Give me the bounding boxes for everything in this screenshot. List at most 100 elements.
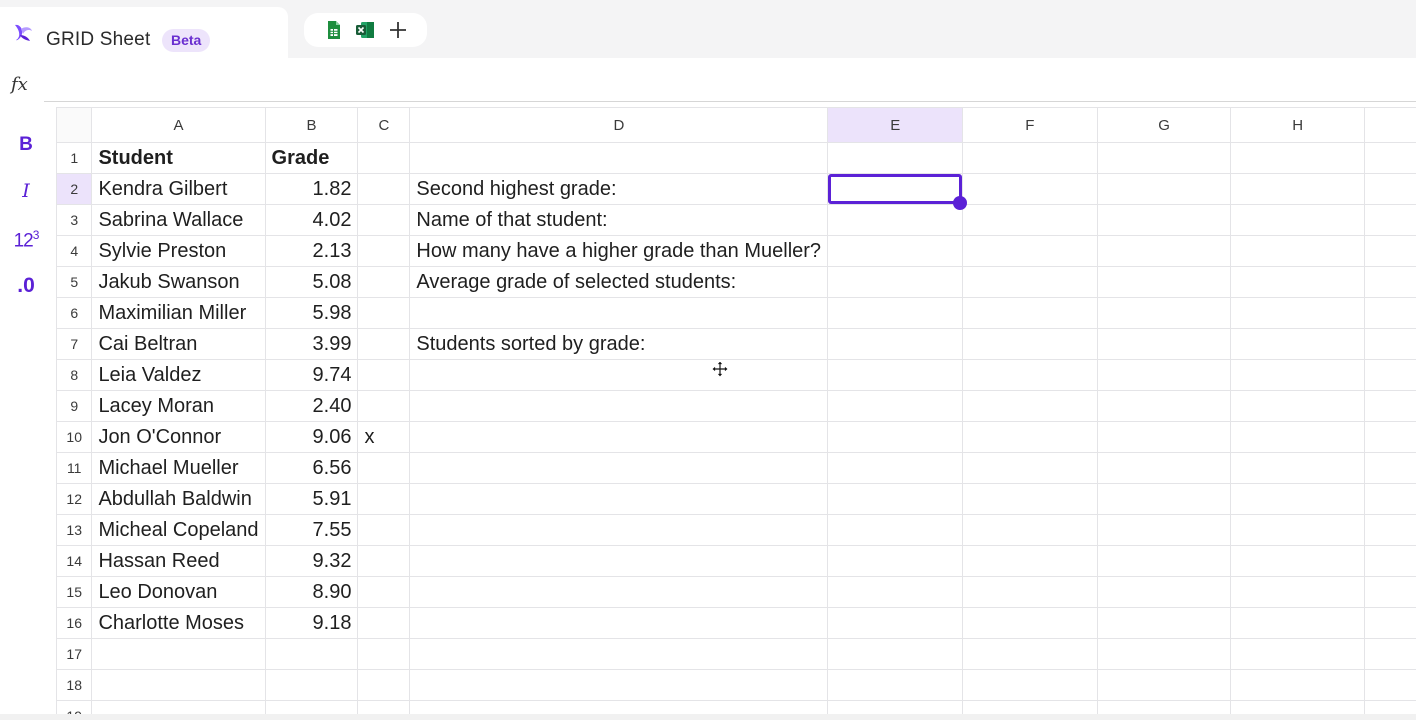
number-format-button[interactable]: 123 [8,228,44,252]
cell-next7[interactable] [1364,328,1416,360]
cell-e1[interactable] [827,142,964,174]
cell-next11[interactable] [1364,452,1416,484]
cell-g9[interactable] [1097,390,1232,422]
cell-g3[interactable] [1097,204,1232,236]
column-header-g[interactable]: G [1097,108,1232,143]
cell-d15[interactable] [409,576,829,608]
cell-d6[interactable] [409,297,829,329]
cell-a17[interactable] [91,638,266,670]
cell-b12[interactable]: 5.91 [265,483,359,515]
cell-c9[interactable] [357,390,411,422]
row-header[interactable]: 17 [57,638,93,670]
cell-next15[interactable] [1364,576,1416,608]
cell-c6[interactable] [357,297,411,329]
cell-a18[interactable] [91,669,266,701]
column-header-e[interactable]: E [827,108,964,143]
cell-d17[interactable] [409,638,829,670]
cell-next19[interactable] [1364,700,1416,715]
cell-h19[interactable] [1230,700,1366,715]
cell-a5[interactable]: Jakub Swanson [91,266,266,298]
cell-b1[interactable]: Grade [265,142,359,174]
cell-e4[interactable] [827,235,964,267]
cell-h16[interactable] [1230,607,1366,639]
cell-a12[interactable]: Abdullah Baldwin [91,483,266,515]
cell-e12[interactable] [827,483,964,515]
cell-a13[interactable]: Micheal Copeland [91,514,266,546]
cell-h15[interactable] [1230,576,1366,608]
cell-next13[interactable] [1364,514,1416,546]
row-header[interactable]: 7 [57,328,93,360]
cell-g10[interactable] [1097,421,1232,453]
cell-h18[interactable] [1230,669,1366,701]
cell-c3[interactable] [357,204,411,236]
cell-g13[interactable] [1097,514,1232,546]
row-header[interactable]: 19 [57,700,93,715]
cell-d13[interactable] [409,514,829,546]
cell-c1[interactable] [357,142,411,174]
column-header-c[interactable]: C [357,108,411,143]
cell-c2[interactable] [357,173,411,205]
cell-f2[interactable] [962,173,1098,205]
cell-g6[interactable] [1097,297,1232,329]
cell-d3[interactable]: Name of that student: [409,204,829,236]
cell-h14[interactable] [1230,545,1366,577]
cell-next12[interactable] [1364,483,1416,515]
row-header[interactable]: 11 [57,452,93,484]
cell-d5[interactable]: Average grade of selected students: [409,266,829,298]
cell-a10[interactable]: Jon O'Connor [91,421,266,453]
cell-d2[interactable]: Second highest grade: [409,173,829,205]
cell-g16[interactable] [1097,607,1232,639]
cell-d7[interactable]: Students sorted by grade: [409,328,829,360]
cell-c8[interactable] [357,359,411,391]
cell-g15[interactable] [1097,576,1232,608]
cell-h10[interactable] [1230,421,1366,453]
cell-e18[interactable] [827,669,964,701]
cell-g11[interactable] [1097,452,1232,484]
cell-f14[interactable] [962,545,1098,577]
column-header-a[interactable]: A [91,108,266,143]
cell-b4[interactable]: 2.13 [265,235,359,267]
cell-d4[interactable]: How many have a higher grade than Muelle… [409,235,829,267]
cell-c10[interactable]: x [357,421,411,453]
cell-c13[interactable] [357,514,411,546]
cell-f10[interactable] [962,421,1098,453]
cell-next9[interactable] [1364,390,1416,422]
cell-a7[interactable]: Cai Beltran [91,328,266,360]
cell-a19[interactable] [91,700,266,715]
cell-d19[interactable] [409,700,829,715]
cell-e17[interactable] [827,638,964,670]
cell-h13[interactable] [1230,514,1366,546]
cell-a9[interactable]: Lacey Moran [91,390,266,422]
cell-a4[interactable]: Sylvie Preston [91,235,266,267]
cell-e19[interactable] [827,700,964,715]
cell-b6[interactable]: 5.98 [265,297,359,329]
row-header[interactable]: 15 [57,576,93,608]
cell-g7[interactable] [1097,328,1232,360]
cell-e13[interactable] [827,514,964,546]
cell-a1[interactable]: Student [91,142,266,174]
row-header[interactable]: 3 [57,204,93,236]
row-header[interactable]: 14 [57,545,93,577]
plus-icon[interactable] [388,20,408,40]
cell-b3[interactable]: 4.02 [265,204,359,236]
cell-f16[interactable] [962,607,1098,639]
cell-d14[interactable] [409,545,829,577]
cell-f5[interactable] [962,266,1098,298]
cell-next5[interactable] [1364,266,1416,298]
cell-g2[interactable] [1097,173,1232,205]
cell-b7[interactable]: 3.99 [265,328,359,360]
cell-c14[interactable] [357,545,411,577]
cell-e16[interactable] [827,607,964,639]
row-header[interactable]: 2 [57,173,93,205]
cell-next1[interactable] [1364,142,1416,174]
column-header-d[interactable]: D [409,108,829,143]
cell-e6[interactable] [827,297,964,329]
cell-c19[interactable] [357,700,411,715]
cell-c5[interactable] [357,266,411,298]
cell-h4[interactable] [1230,235,1366,267]
cell-h5[interactable] [1230,266,1366,298]
cell-h11[interactable] [1230,452,1366,484]
cell-f3[interactable] [962,204,1098,236]
cell-next18[interactable] [1364,669,1416,701]
cell-a16[interactable]: Charlotte Moses [91,607,266,639]
